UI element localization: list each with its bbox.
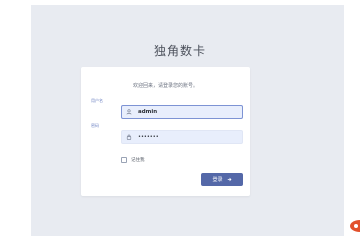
username-value: admin: [138, 109, 158, 115]
login-button[interactable]: 登录: [201, 173, 243, 186]
user-icon: [123, 109, 135, 115]
password-value: •••••••: [138, 134, 159, 140]
remember-me[interactable]: 记住我: [121, 157, 145, 163]
arrow-right-icon: [227, 177, 232, 182]
app-title: 独角数卡: [153, 44, 206, 58]
login-card: 欢迎回来，请登录您的账号。 用户名 admin 密码 ••••••• 记住我 登…: [81, 67, 250, 196]
password-field[interactable]: •••••••: [121, 130, 243, 144]
password-label: 密码: [91, 123, 99, 128]
lock-icon: [123, 134, 135, 140]
login-button-label: 登录: [212, 177, 223, 183]
username-field[interactable]: admin: [121, 105, 243, 119]
remember-checkbox[interactable]: [121, 157, 127, 163]
username-label: 用户名: [91, 98, 103, 103]
welcome-text: 欢迎回来，请登录您的账号。: [132, 83, 198, 89]
remember-label: 记住我: [131, 158, 145, 163]
logo-badge-icon: [350, 217, 360, 232]
